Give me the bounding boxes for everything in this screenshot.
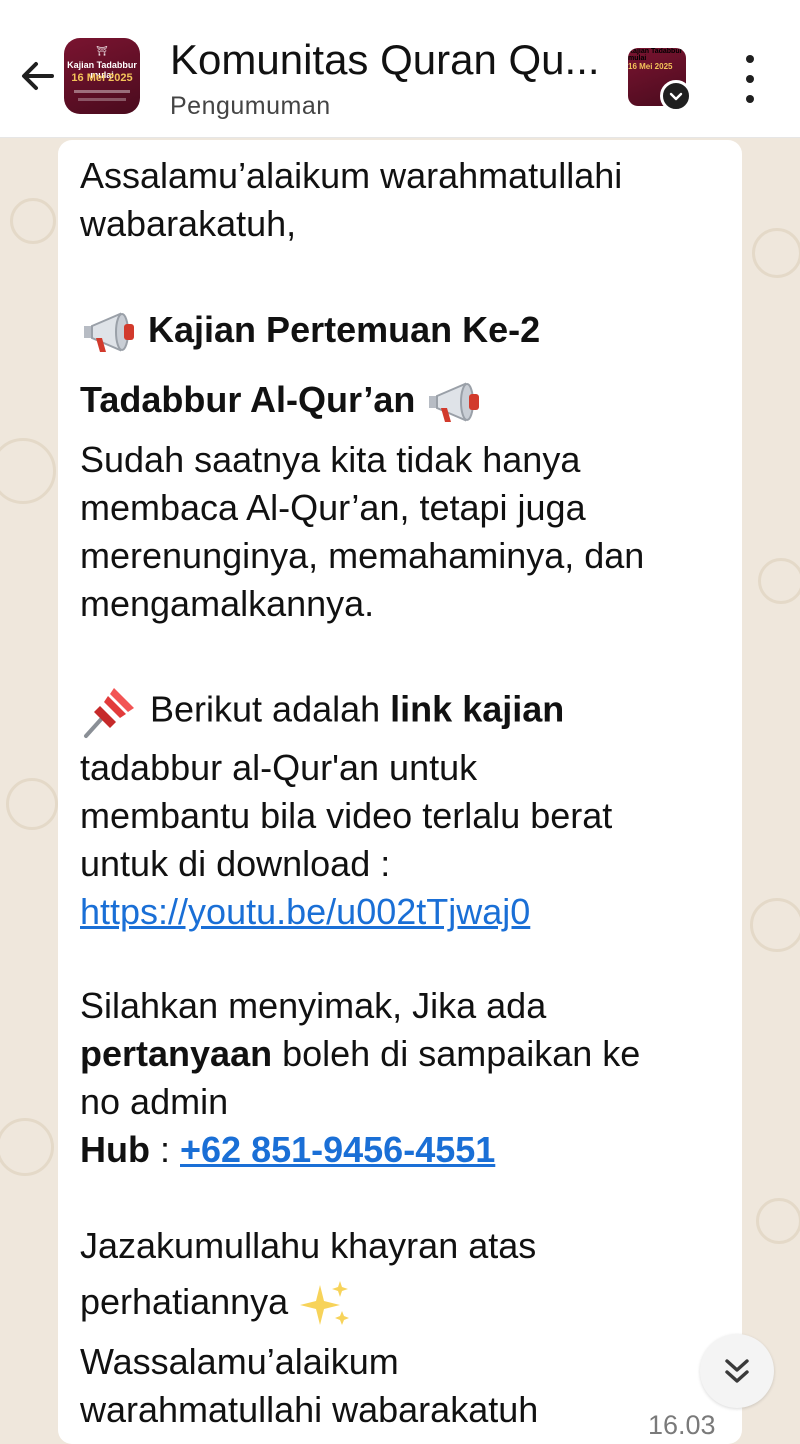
message-timestamp: 16.03 <box>648 1410 716 1440</box>
avatar2-caption: Kajian Tadabbur mulai <box>628 48 683 62</box>
scroll-to-bottom-button[interactable] <box>700 1334 774 1408</box>
chat-subtitle[interactable]: Pengumuman <box>170 92 331 121</box>
double-chevron-down-icon <box>725 1359 749 1383</box>
message-line: membaca Al-Qur’an, tetapi juga <box>80 487 586 528</box>
back-button[interactable] <box>14 52 62 100</box>
wallpaper-doodle <box>752 228 800 278</box>
more-vertical-icon <box>746 55 754 63</box>
avatar-line <box>74 90 130 93</box>
heading-text: Tadabbur Al-Qur’an <box>80 379 416 420</box>
message-text: perhatiannya <box>80 1281 289 1322</box>
phone-link[interactable]: +62 851-9456-4551 <box>180 1129 495 1170</box>
message-line: no admin <box>80 1081 229 1122</box>
group-avatar[interactable]: ⛩ Kajian Tadabbur mulai 16 Mei 2025 <box>64 38 140 114</box>
wallpaper-doodle <box>6 778 58 830</box>
message-line: warahmatullahi wabarakatuh <box>80 1389 539 1430</box>
message-heading: Tadabbur Al-Qur’an <box>80 376 483 426</box>
youtube-link[interactable]: https://youtu.be/u002tTjwaj0 <box>80 891 530 932</box>
avatar2-date: 16 Mei 2025 <box>628 62 673 71</box>
message-line: Assalamu’alaikum warahmatullahi <box>80 155 623 196</box>
message-line: https://youtu.be/u002tTjwaj0 <box>80 888 530 936</box>
chevron-down-icon <box>669 92 683 101</box>
avatar-date: 16 Mei 2025 <box>71 72 133 84</box>
message-line: Wassalamu’alaikum <box>80 1341 399 1382</box>
message-text: : <box>149 1129 180 1170</box>
message-line: Hub : +62 851-9456-4551 <box>80 1126 495 1174</box>
message-bold-text: link kajian <box>390 688 565 730</box>
message-heading: Kajian Pertemuan Ke-2 <box>80 306 540 356</box>
message-line: untuk di download : <box>80 843 391 884</box>
sparkles-icon <box>300 1281 350 1326</box>
chevron-badge[interactable] <box>660 80 692 112</box>
message-line: wabarakatuh, <box>80 203 297 244</box>
message-line: membantu bila video terlalu berat <box>80 795 613 836</box>
message-text: Berikut adalah <box>150 688 391 730</box>
chat-title[interactable]: Komunitas Quran Qu... <box>170 36 600 84</box>
wallpaper-doodle <box>0 438 56 504</box>
message-line: merenunginya, memahaminya, dan <box>80 535 645 576</box>
more-vertical-icon <box>746 95 754 103</box>
message-line: tadabbur al-Qur'an untuk <box>80 747 478 788</box>
megaphone-icon <box>84 312 134 353</box>
arrow-left-icon <box>22 62 54 90</box>
message-line: Berikut adalah link kajian <box>80 684 564 740</box>
message-bold-text: pertanyaan <box>80 1033 273 1074</box>
message-line: Silahkan menyimak, Jika ada <box>80 985 547 1026</box>
message-line: Sudah saatnya kita tidak hanya <box>80 439 581 480</box>
heading-text: Kajian Pertemuan Ke-2 <box>148 309 541 350</box>
wallpaper-doodle <box>756 1198 800 1244</box>
message-line: mengamalkannya. <box>80 583 375 624</box>
pushpin-icon <box>84 688 134 738</box>
hub-label: Hub <box>80 1129 150 1170</box>
avatar-logo: ⛩ <box>96 46 108 56</box>
wallpaper-doodle <box>758 558 800 604</box>
message-line: Jazakumullahu khayran atas <box>80 1225 537 1266</box>
message-line: pertanyaan boleh di sampaikan ke <box>80 1030 640 1078</box>
megaphone-icon <box>429 382 480 423</box>
more-options-button[interactable] <box>730 55 770 103</box>
wallpaper-doodle <box>0 1118 54 1176</box>
message-line: perhatiannya <box>80 1278 352 1329</box>
chat-header: ⛩ Kajian Tadabbur mulai 16 Mei 2025 Komu… <box>0 0 800 138</box>
wallpaper-doodle <box>10 198 56 244</box>
wallpaper-doodle <box>750 898 800 952</box>
message-text: boleh di sampaikan ke <box>272 1033 641 1074</box>
avatar-line <box>78 98 126 101</box>
more-vertical-icon <box>746 75 754 83</box>
